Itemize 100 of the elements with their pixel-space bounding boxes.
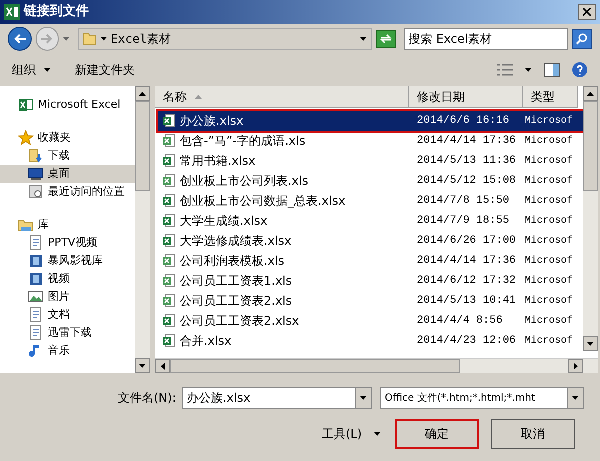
sidebar-item[interactable]: 收藏夹 (0, 129, 135, 147)
folder-icon (82, 32, 97, 46)
refresh-button[interactable] (376, 30, 396, 48)
file-name: 合并.xlsx (180, 333, 232, 350)
organize-menu-button[interactable]: 组织 (12, 61, 51, 79)
view-list-icon[interactable] (497, 64, 513, 76)
file-type: Microsof (524, 234, 574, 248)
file-type: Microsof (524, 134, 574, 148)
sidebar-item[interactable]: 桌面 (0, 165, 135, 183)
modified-date: 2014/5/12 15:08 (416, 174, 518, 189)
file-type: Microsof (524, 154, 574, 168)
modified-date: 2014/7/8 15:50 (416, 194, 510, 209)
down-arrow-icon (139, 364, 146, 368)
sidebar-item[interactable]: 库 (0, 216, 135, 234)
close-icon (583, 8, 591, 16)
address-bar[interactable]: Excel素材 (78, 28, 372, 50)
file-type: Microsof (524, 314, 574, 328)
file-name: 创业板上市公司数据_总表.xlsx (180, 193, 346, 210)
dialog-button[interactable]: 确定 (395, 419, 480, 449)
column-header[interactable]: 名称 (155, 86, 409, 108)
preview-pane-icon[interactable] (544, 63, 560, 77)
file-row[interactable]: 公司员工工资表2.xlsx 2014/4/4 8:56 Microsof (158, 311, 583, 331)
file-name: 大学选修成绩表.xlsx (180, 233, 292, 250)
dropdown-caret-icon (360, 396, 367, 400)
modified-date: 2014/5/13 11:36 (416, 154, 518, 169)
file-type-dropdown[interactable]: Office 文件(*.htm;*.html;*.mht (380, 387, 584, 409)
dropdown-caret-icon[interactable] (360, 37, 367, 41)
sidebar-item[interactable]: 最近访问的位置 (0, 183, 135, 201)
file-name: 公司员工工资表2.xls (180, 293, 292, 310)
filename-label: 文件名(N): (118, 390, 178, 407)
scrollbar[interactable] (583, 86, 598, 351)
sidebar-item[interactable]: 文档 (0, 306, 135, 324)
close-button[interactable] (578, 4, 596, 20)
modified-date: 2014/4/23 12:06 (416, 334, 518, 349)
file-row[interactable]: 办公族.xlsx 2014/6/6 16:16 Microsof (158, 111, 583, 131)
file-row[interactable]: 公司员工工资表2.xls 2014/5/13 10:41 Microsof (158, 291, 583, 311)
excel-logo-icon (4, 4, 20, 20)
file-row[interactable]: 大学生成绩.xlsx 2014/7/9 18:55 Microsof (158, 211, 583, 231)
horizontal-scrollbar[interactable] (155, 358, 598, 373)
modified-date: 2014/7/9 18:55 (416, 214, 510, 229)
sidebar-item[interactable]: 视频 (0, 270, 135, 288)
modified-date: 2014/6/26 17:00 (416, 234, 518, 249)
modified-date: 2014/6/12 17:32 (416, 274, 518, 289)
sidebar-item[interactable]: 迅雷下载 (0, 324, 135, 342)
sidebar-item[interactable]: 图片 (0, 288, 135, 306)
sidebar-item[interactable]: PPTV视频 (0, 234, 135, 252)
spreadsheet-file-icon (162, 274, 176, 288)
sidebar-item[interactable]: 音乐 (0, 342, 135, 360)
modified-date: 2014/4/14 17:36 (416, 254, 518, 269)
scrollbar[interactable] (135, 86, 150, 373)
file-row[interactable]: 合并.xlsx 2014/4/23 12:06 Microsof (158, 331, 583, 351)
file-row[interactable]: 创业板上市公司列表.xls 2014/5/12 15:08 Microsof (158, 171, 583, 191)
left-arrow-icon (160, 362, 164, 370)
search-button[interactable] (572, 29, 592, 49)
file-name: 公司员工工资表1.xls (180, 273, 292, 290)
file-row[interactable]: 创业板上市公司数据_总表.xlsx 2014/7/8 15:50 Microsof (158, 191, 583, 211)
file-row[interactable]: 大学选修成绩表.xlsx 2014/6/26 17:00 Microsof (158, 231, 583, 251)
refresh-arrows-icon (380, 34, 392, 44)
back-arrow-icon (14, 34, 26, 44)
tools-menu-button[interactable]: 工具(L) (322, 425, 382, 443)
filename-field[interactable]: 办公族.xlsx (182, 387, 372, 409)
file-name: 大学生成绩.xlsx (180, 213, 268, 230)
doc-icon (28, 307, 44, 323)
spreadsheet-file-icon (162, 154, 176, 168)
file-type: Microsof (524, 274, 574, 288)
file-row[interactable]: 公司利润表模板.xls 2014/4/14 17:36 Microsof (158, 251, 583, 271)
spreadsheet-file-icon (162, 174, 176, 188)
spreadsheet-file-icon (162, 254, 176, 268)
doc-icon (28, 325, 44, 341)
search-field[interactable]: 搜索 Excel素材 (404, 28, 568, 50)
help-icon[interactable] (572, 62, 588, 78)
spreadsheet-file-icon (162, 234, 176, 248)
spreadsheet-file-icon (162, 134, 176, 148)
modified-date: 2014/5/13 10:41 (416, 294, 518, 309)
star-icon (18, 130, 34, 146)
file-row[interactable]: 包含-”马”-字的成语.xls 2014/4/14 17:36 Microsof (158, 131, 583, 151)
search-icon (576, 33, 588, 45)
sidebar-item[interactable]: 下载 (0, 147, 135, 165)
dialog-button[interactable]: 取消 (491, 419, 576, 449)
column-header[interactable]: 修改日期 (409, 86, 523, 108)
modified-date: 2014/6/6 16:16 (416, 114, 510, 129)
modified-date: 2014/4/14 17:36 (416, 134, 518, 149)
file-row[interactable]: 公司员工工资表1.xls 2014/6/12 17:32 Microsof (158, 271, 583, 291)
dropdown-caret-icon[interactable] (525, 68, 532, 72)
file-name: 创业板上市公司列表.xls (180, 173, 309, 190)
sidebar-item[interactable]: 暴风影视库 (0, 252, 135, 270)
spreadsheet-file-icon (162, 334, 176, 348)
column-header[interactable]: 类型 (523, 86, 578, 108)
new-folder-button[interactable]: 新建文件夹 (75, 61, 135, 79)
sidebar-item[interactable]: Microsoft Excel (0, 96, 135, 114)
doc-icon (28, 235, 44, 251)
spreadsheet-file-icon (162, 194, 176, 208)
dropdown-caret-icon (44, 68, 51, 72)
file-type: Microsof (524, 254, 574, 268)
dropdown-caret-icon[interactable] (100, 37, 107, 41)
file-row[interactable]: 常用书籍.xlsx 2014/5/13 11:36 Microsof (158, 151, 583, 171)
back-button[interactable] (8, 27, 32, 51)
modified-date: 2014/4/4 8:56 (416, 314, 504, 329)
forward-arrow-icon (41, 34, 54, 44)
up-arrow-icon (139, 92, 146, 96)
